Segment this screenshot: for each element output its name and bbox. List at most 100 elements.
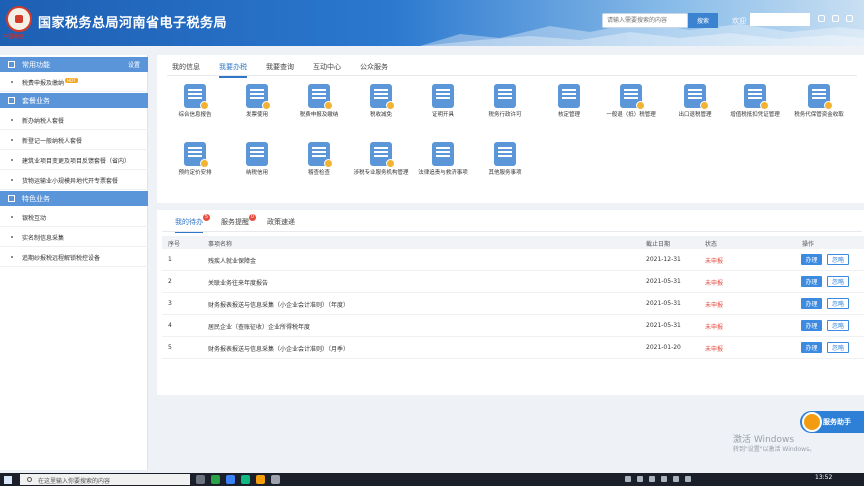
search-input[interactable]: [602, 13, 688, 28]
row-deadline: 2021-12-31: [646, 256, 681, 263]
ignore-button[interactable]: 忽略: [827, 320, 849, 331]
invoice-icon: [246, 84, 271, 110]
service-agency[interactable]: 涉税专业服务机构管理: [351, 142, 411, 177]
app-icon[interactable]: [271, 475, 280, 484]
sidebar-item-real-name[interactable]: 实名制信息采集: [0, 227, 148, 247]
row-status: 未申报: [705, 280, 724, 287]
site-header: 中国税务 国家税务总局河南省电子税务局 搜索 欢迎: [0, 0, 864, 46]
row-status: 未申报: [705, 258, 724, 265]
windows-activation-hint: 转到"设置"以激活 Windows。: [733, 446, 816, 453]
service-label: 稽查检查: [307, 170, 330, 176]
service-other[interactable]: 其他服务事项: [475, 142, 535, 177]
sidebar-item-new-taxpayer[interactable]: 新办纳税人套餐: [0, 110, 148, 130]
count-badge: 5: [203, 214, 210, 221]
ignore-button[interactable]: 忽略: [827, 254, 849, 265]
sidebar-item-transport[interactable]: 货物运输业小规模异地代开专票套餐: [0, 170, 148, 190]
service-legal[interactable]: 法律追责与救济事项: [413, 142, 473, 177]
monitor-icon: [184, 84, 209, 110]
settings-icon[interactable]: [832, 15, 839, 22]
browser-icon[interactable]: [226, 475, 235, 484]
handle-button[interactable]: 办理: [801, 254, 822, 265]
service-inspection[interactable]: 稽查检查: [289, 142, 349, 177]
sidebar-item-tax-filing[interactable]: 税费申报及缴纳 HOT: [0, 72, 148, 92]
col-status: 状态: [705, 241, 718, 248]
service-export-refund[interactable]: 出口退税管理: [665, 84, 725, 119]
sidebar-item-bank-tax[interactable]: 银税互动: [0, 207, 148, 227]
service-admin-license[interactable]: 税务行政许可: [475, 84, 535, 119]
handle-button[interactable]: 办理: [801, 342, 822, 353]
network-icon[interactable]: [673, 476, 679, 482]
row-deadline: 2021-05-31: [646, 278, 681, 285]
row-item-name: 残疾人就业保障金: [208, 258, 257, 265]
tray-icon[interactable]: [661, 476, 667, 482]
home-icon: [8, 61, 15, 68]
service-assistant-button[interactable]: 服务助手: [800, 411, 864, 433]
volume-icon[interactable]: [685, 476, 691, 482]
windows-taskbar: 在这里输入你要搜索的内容 13:52: [0, 473, 864, 486]
badge-icon: [494, 84, 516, 108]
service-invoice[interactable]: 发票使用: [227, 84, 287, 119]
app-icon[interactable]: [241, 475, 250, 484]
services-panel: 我的信息 我要办税 我要查询 互动中心 公众服务 综合信息报告 发票使用 税费申…: [157, 55, 864, 203]
assistant-label: 服务助手: [823, 418, 851, 426]
table-row: 2 关联业务往来年度报告 2021-05-31 未申报 办理 忽略: [162, 271, 864, 293]
service-pricing[interactable]: 预约定价安排: [165, 142, 225, 177]
row-status: 未申报: [705, 302, 724, 309]
row-number: 1: [168, 256, 172, 263]
sidebar-item-remote-unlock[interactable]: 追期纱报税远程解锁税控设备: [0, 247, 148, 267]
ignore-button[interactable]: 忽略: [827, 276, 849, 287]
col-deadline: 截止日期: [646, 241, 671, 248]
handle-button[interactable]: 办理: [801, 298, 822, 309]
voucher-icon: [744, 84, 769, 110]
folder-app-icon[interactable]: [256, 475, 265, 484]
search-button[interactable]: 搜索: [688, 13, 718, 28]
row-number: 2: [168, 278, 172, 285]
section-title: 套餐业务: [22, 97, 50, 105]
col-item-name: 事项名称: [208, 241, 233, 248]
row-item-name: 关联业务往来年度报告: [208, 280, 269, 287]
document-icon: [432, 84, 454, 108]
tray-icon[interactable]: [625, 476, 631, 482]
taskbar-search[interactable]: 在这里输入你要搜索的内容: [20, 474, 190, 485]
sidebar-item-label: 新办纳税人套餐: [22, 118, 65, 125]
service-assessment[interactable]: 核定管理: [539, 84, 599, 119]
ignore-button[interactable]: 忽略: [827, 298, 849, 309]
star-icon: [8, 195, 15, 202]
service-comprehensive-report[interactable]: 综合信息报告: [165, 84, 225, 119]
service-certificate[interactable]: 证明开具: [413, 84, 473, 119]
agency-icon: [370, 142, 395, 168]
tray-icon[interactable]: [637, 476, 643, 482]
tasks-panel: 我的待办 5 服务提醒 0 政策速递 序号 事项名称 截止日期 状态 操作 1 残疾…: [157, 210, 864, 395]
tax-emblem-logo: [6, 6, 32, 32]
handle-button[interactable]: 办理: [801, 276, 822, 287]
service-tax-filing[interactable]: 税费申报及缴纳: [289, 84, 349, 119]
tab-label: 我的待办: [175, 218, 203, 226]
sidebar-item-general-taxpayer[interactable]: 新登记一般纳税人套餐: [0, 130, 148, 150]
table-row: 4 居民企业（查账征收）企业所得税年度 2021-05-31 未申报 办理 忽略: [162, 315, 864, 337]
service-tax-relief[interactable]: 税收减免: [351, 84, 411, 119]
task-view-icon[interactable]: [196, 475, 205, 484]
fund-icon: [808, 84, 833, 110]
windows-start-icon[interactable]: [4, 476, 12, 484]
taskbar-clock[interactable]: 13:52: [815, 474, 832, 481]
handle-button[interactable]: 办理: [801, 320, 822, 331]
settings-link[interactable]: 设置: [128, 60, 140, 69]
service-credit[interactable]: 纳税信用: [227, 142, 287, 177]
refund-icon: [620, 84, 645, 110]
row-status: 未申报: [705, 346, 724, 353]
tray-icon[interactable]: [649, 476, 655, 482]
service-vat-voucher[interactable]: 增值税抵扣凭证管理: [725, 84, 785, 119]
logout-icon[interactable]: [846, 15, 853, 22]
package-icon: [8, 97, 15, 104]
row-item-name: 居民企业（查账征收）企业所得税年度: [208, 324, 311, 331]
sidebar-item-construction[interactable]: 建筑业项目变更及项目反馈套餐（省内）: [0, 150, 148, 170]
sidebar-section-common: 常用功能 设置: [0, 57, 148, 72]
sidebar-section-package: 套餐业务: [0, 93, 148, 108]
wechat-icon[interactable]: [211, 475, 220, 484]
hot-badge: HOT: [65, 78, 78, 83]
service-refund[interactable]: 一般退（抵）税管理: [601, 84, 661, 119]
service-label: 其他服务事项: [488, 170, 522, 176]
message-icon[interactable]: [818, 15, 825, 22]
service-fund-custody[interactable]: 税务代保管资金收取: [789, 84, 849, 119]
ignore-button[interactable]: 忽略: [827, 342, 849, 353]
